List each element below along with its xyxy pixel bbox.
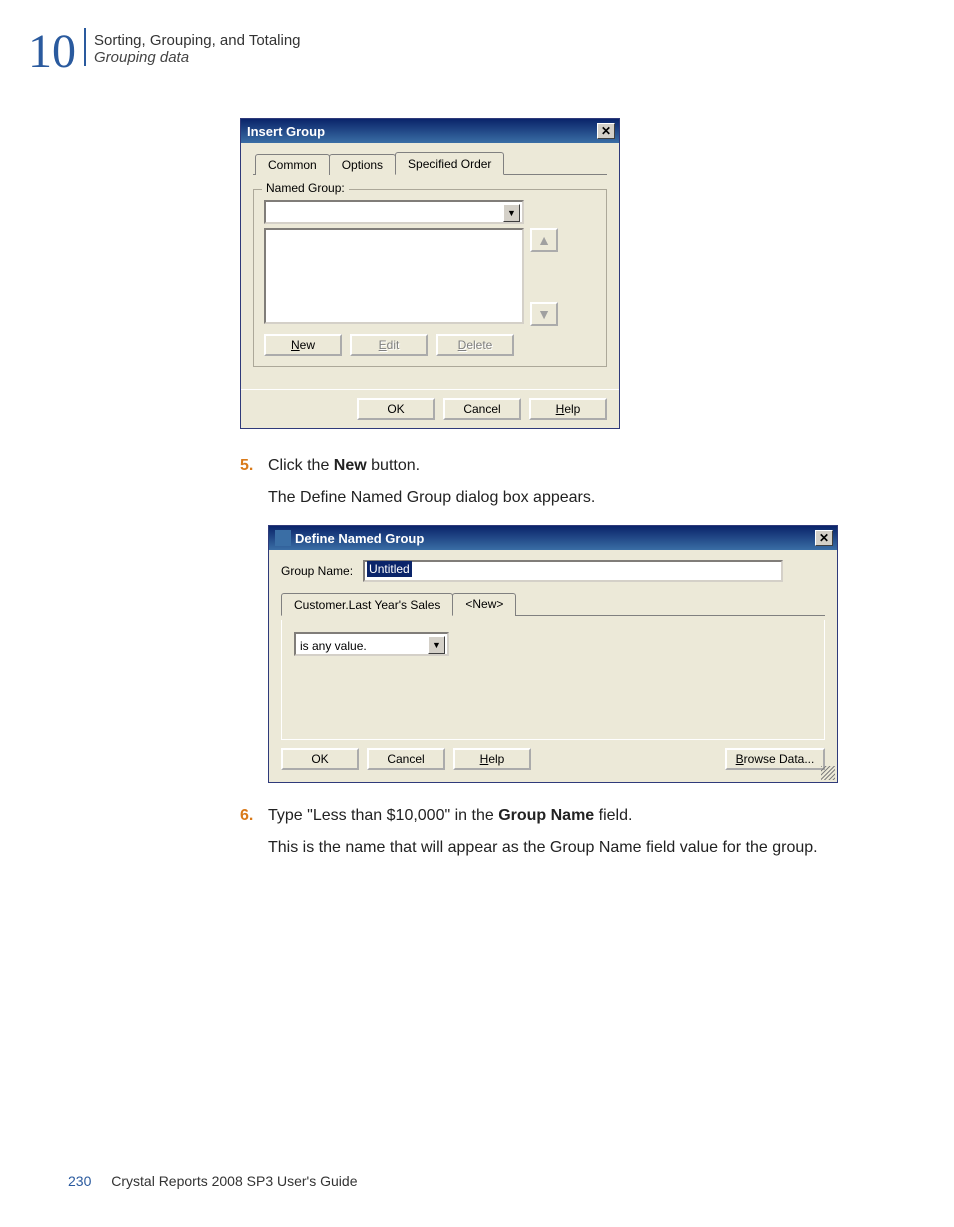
tab-common[interactable]: Common [255,154,330,175]
close-icon[interactable]: ✕ [815,530,833,546]
chapter-subtitle: Grouping data [94,49,301,66]
group-name-input[interactable]: Untitled [363,560,783,582]
dialog-title: Insert Group [247,124,325,139]
dialog2-bottom: OK Cancel Help Browse Data... [281,740,825,770]
down-icon: ▼ [537,306,551,322]
resize-grip-icon[interactable] [821,766,835,780]
app-icon [275,530,291,546]
page-header: 10 Sorting, Grouping, and Totaling Group… [28,28,301,76]
move-down-button[interactable]: ▼ [530,302,558,326]
dialog-tabs: Common Options Specified Order [253,151,607,175]
condition-value: is any value. [296,639,367,653]
named-group-legend: Named Group: [262,181,349,195]
step-6: 6. Type "Less than $10,000" in the Group… [240,807,860,825]
new-button[interactable]: New [264,334,342,356]
page-number: 230 [68,1173,91,1189]
chapter-title: Sorting, Grouping, and Totaling [94,32,301,49]
browse-data-button[interactable]: Browse Data... [725,748,825,770]
step-number: 6. [240,807,268,825]
up-icon: ▲ [537,232,551,248]
cancel-button[interactable]: Cancel [367,748,445,770]
help-button[interactable]: Help [529,398,607,420]
chevron-down-icon[interactable]: ▼ [428,636,445,654]
condition-combo[interactable]: is any value. ▼ [294,632,449,656]
insert-group-dialog: Insert Group ✕ Common Options Specified … [240,118,620,429]
group-name-label: Group Name: [281,564,353,578]
delete-button[interactable]: Delete [436,334,514,356]
named-group-combo[interactable]: ▼ [264,200,524,224]
tab-specified-order[interactable]: Specified Order [395,152,504,175]
help-button[interactable]: Help [453,748,531,770]
move-up-button[interactable]: ▲ [530,228,558,252]
ok-button[interactable]: OK [281,748,359,770]
close-icon[interactable]: ✕ [597,123,615,139]
tab-options[interactable]: Options [329,154,396,175]
ok-button[interactable]: OK [357,398,435,420]
step-5: 5. Click the New button. [240,457,860,475]
tab-new[interactable]: <New> [452,593,516,616]
condition-tabs: Customer.Last Year's Sales <New> [281,592,825,616]
step-5-body: The Define Named Group dialog box appear… [268,487,860,509]
main-content: Insert Group ✕ Common Options Specified … [240,118,860,876]
dialog-bottom-buttons: OK Cancel Help [241,389,619,428]
dialog2-title: Define Named Group [295,531,424,546]
chevron-down-icon[interactable]: ▼ [503,204,520,222]
condition-panel: is any value. ▼ [281,620,825,740]
step-text: Click the New button. [268,457,420,475]
chapter-number: 10 [28,28,76,76]
tab-customer-last-years-sales[interactable]: Customer.Last Year's Sales [281,593,453,616]
chapter-titles: Sorting, Grouping, and Totaling Grouping… [84,28,301,66]
named-group-listbox[interactable] [264,228,524,324]
step-number: 5. [240,457,268,475]
dialog2-titlebar: Define Named Group ✕ [269,526,837,550]
named-group-frame: Named Group: ▼ ▲ ▼ New Edit [253,189,607,367]
cancel-button[interactable]: Cancel [443,398,521,420]
guide-name: Crystal Reports 2008 SP3 User's Guide [111,1173,357,1189]
step-6-body: This is the name that will appear as the… [268,837,860,859]
step-text: Type "Less than $10,000" in the Group Na… [268,807,632,825]
define-named-group-dialog: Define Named Group ✕ Group Name: Untitle… [268,525,838,783]
dialog-titlebar: Insert Group ✕ [241,119,619,143]
edit-button[interactable]: Edit [350,334,428,356]
page-footer: 230 Crystal Reports 2008 SP3 User's Guid… [68,1173,357,1189]
